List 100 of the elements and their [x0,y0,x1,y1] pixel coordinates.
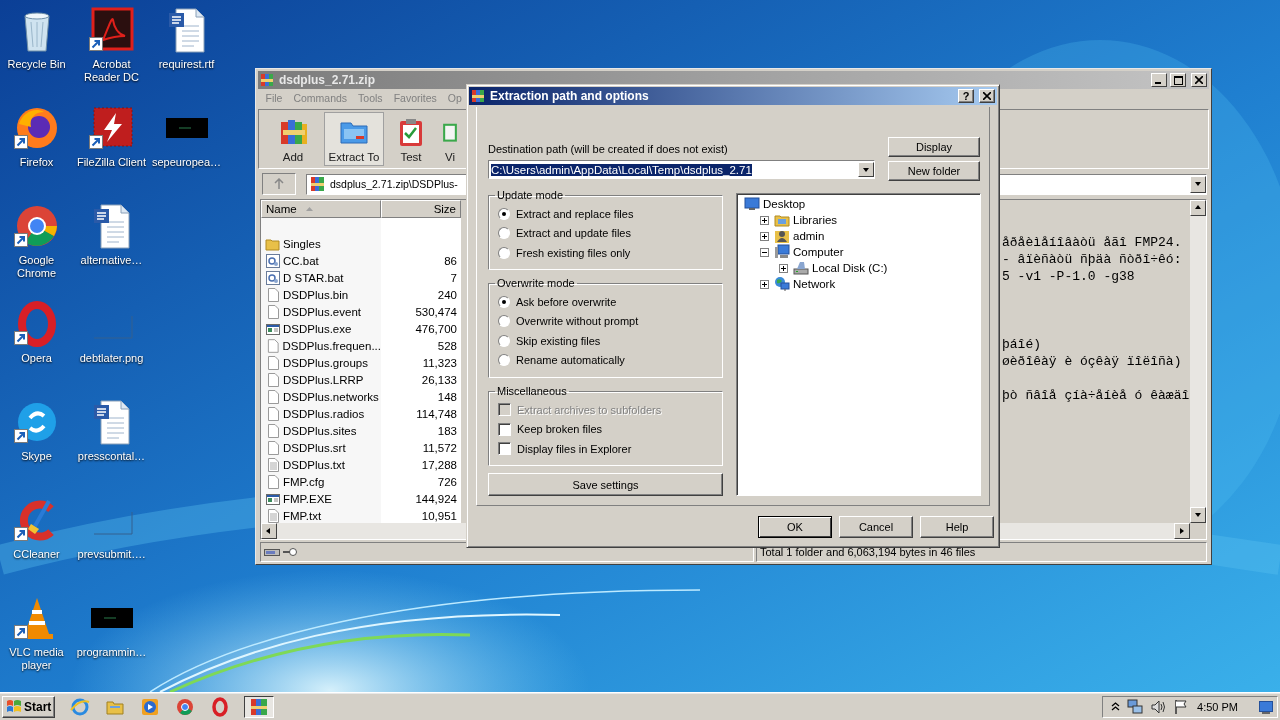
toolbar-button[interactable]: Test [386,112,436,166]
radio-option[interactable]: Skip existing files [498,331,722,351]
radio-button[interactable] [498,334,510,347]
checkbox[interactable] [498,442,511,456]
minimize-button[interactable] [1151,73,1167,87]
file-name[interactable]: DSDPlus.networks [283,390,379,403]
desktop-icon[interactable]: prevsubmit…. [74,496,149,594]
close-button[interactable] [979,89,995,103]
up-button[interactable] [262,173,296,195]
dialog-button[interactable]: OK [758,516,832,538]
file-name[interactable]: FMP.cfg [283,475,325,488]
file-name[interactable]: FMP.txt [283,509,322,522]
archive-icon [260,73,276,87]
desktop-icon[interactable]: requirest.rtf [149,6,224,104]
file-name[interactable]: DSDPlus.frequen... [282,339,381,352]
radio-button[interactable] [498,354,510,367]
tree-item[interactable]: Libraries [793,214,838,226]
desktop-icon[interactable]: programmin… [74,594,149,692]
save-settings-button[interactable]: Save settings [488,473,723,496]
taskbar-button[interactable] [244,695,274,718]
desktop-icon[interactable]: Firefox [0,104,74,202]
file-name[interactable]: D STAR.bat [283,271,344,284]
radio-option[interactable]: Rename automatically [498,350,722,370]
file-name[interactable]: DSDPlus.txt [283,458,345,471]
radio-button[interactable] [498,315,510,328]
archive-icon [471,89,487,103]
desktop-icon[interactable]: sepeuropea… [149,104,224,202]
file-name[interactable]: DSDPlus.radios [283,407,365,420]
column-header[interactable]: Name [261,200,381,218]
tree-item[interactable]: Network [793,278,836,290]
file-size: 7 [450,271,457,284]
vertical-scrollbar[interactable] [1190,200,1206,523]
close-button[interactable] [1191,73,1207,87]
radio-option[interactable]: Extract and replace files [498,204,722,224]
file-name[interactable]: DSDPlus.sites [283,424,357,437]
expand-toggle[interactable] [760,231,769,241]
toolbar-button[interactable]: Extract To [324,112,384,166]
file-name[interactable]: Singles [283,237,321,250]
desktop-icon[interactable]: VLC media player [0,594,74,692]
desktop-icon[interactable]: debtlater.png [74,300,149,398]
expand-toggle[interactable] [760,247,769,257]
file-name[interactable]: DSDPlus.exe [283,322,352,335]
file-icon [265,473,281,490]
file-name[interactable]: DSDPlus.bin [283,288,349,301]
show-desktop-icon[interactable] [1259,699,1273,714]
preview-line: åðåèìåíîâàòü åãî FMP24. [1002,234,1183,251]
side-button[interactable]: Display [888,137,980,157]
tree-item[interactable]: admin [793,230,825,242]
desktop-icon[interactable]: CCleaner [0,496,74,594]
desktop-icon[interactable]: Google Chrome [0,202,74,300]
maximize-button[interactable] [1170,73,1186,87]
chevron-up-icon[interactable] [1111,702,1120,711]
flag-icon[interactable] [1173,698,1189,715]
desktop-icon[interactable]: Skype [0,398,74,496]
checkbox-option[interactable]: Display files in Explorer [498,439,722,459]
file-size: 476,700 [415,322,457,335]
expand-toggle[interactable] [760,215,769,225]
radio-button[interactable] [498,207,510,220]
tree-item[interactable]: Local Disk (C:) [812,262,888,274]
side-button[interactable]: New folder [888,161,980,181]
desktop-icon[interactable]: FileZilla Client [74,104,149,202]
desktop-icon[interactable]: Recycle Bin [0,6,74,104]
speaker-icon[interactable] [1150,698,1166,715]
file-name[interactable]: FMP.EXE [283,492,332,505]
file-name[interactable]: DSDPlus.LRRP [283,373,364,386]
dialog-button[interactable]: Help [920,516,994,538]
radio-option[interactable]: Ask before overwrite [498,292,722,312]
expand-toggle[interactable] [760,279,769,289]
radio-button[interactable] [498,295,510,308]
start-button[interactable]: Start [2,695,55,718]
text-file-icon [265,456,281,473]
file-name[interactable]: DSDPlus.event [283,305,361,318]
radio-button[interactable] [498,227,510,240]
column-header[interactable]: Size [381,200,461,218]
file-name[interactable]: DSDPlus.srt [283,441,346,454]
radio-option[interactable]: Fresh existing files only [498,243,722,263]
checkbox-option[interactable]: Keep broken files [498,419,722,439]
dialog-button[interactable]: Cancel [839,516,913,538]
desktop-icon[interactable]: alternative… [74,202,149,300]
checkbox[interactable] [498,422,511,436]
network-icon[interactable] [1127,698,1143,715]
toolbar-button[interactable]: Vi [438,112,462,166]
expand-toggle[interactable] [779,263,788,273]
radio-button[interactable] [498,246,510,259]
path-field[interactable]: C:\Users\admin\AppData\Local\Temp\dsdplus_2.71 [488,160,875,179]
radio-option[interactable]: Overwrite without prompt [498,311,722,331]
clock[interactable]: 4:50 PM [1197,700,1238,713]
desktop-icon[interactable]: presscontal… [74,398,149,496]
toolbar-button[interactable]: Add [264,112,322,166]
tree-item[interactable]: Desktop [763,198,806,210]
file-name[interactable]: DSDPlus.groups [283,356,368,369]
tree-item[interactable]: Computer [793,246,844,258]
desktop-icon[interactable]: Opera [0,300,74,398]
drive-icon [264,547,280,557]
radio-option[interactable]: Extract and update files [498,223,722,243]
desktop-icon[interactable]: Acrobat Reader DC [74,6,149,104]
file-size: 528 [437,339,457,352]
preview-line: þò ñâîå çíà÷åíèå ó êàæäî [1002,387,1190,404]
help-button[interactable]: ? [958,89,974,103]
file-name[interactable]: CC.bat [283,254,319,267]
